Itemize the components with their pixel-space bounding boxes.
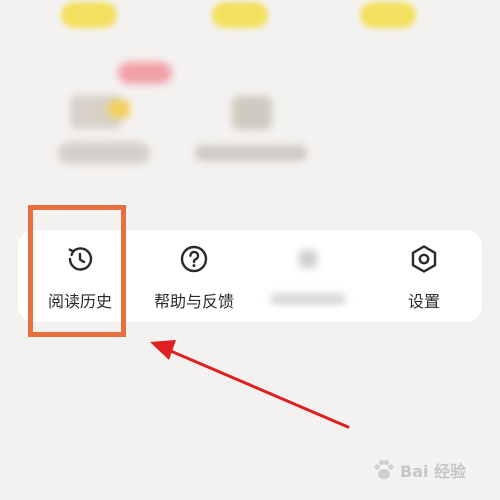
paw-logo-icon (374, 459, 394, 479)
watermark: Bai 经验 (370, 450, 495, 490)
annotation-arrow (150, 340, 350, 429)
watermark-text: Bai 经验 (400, 462, 467, 481)
